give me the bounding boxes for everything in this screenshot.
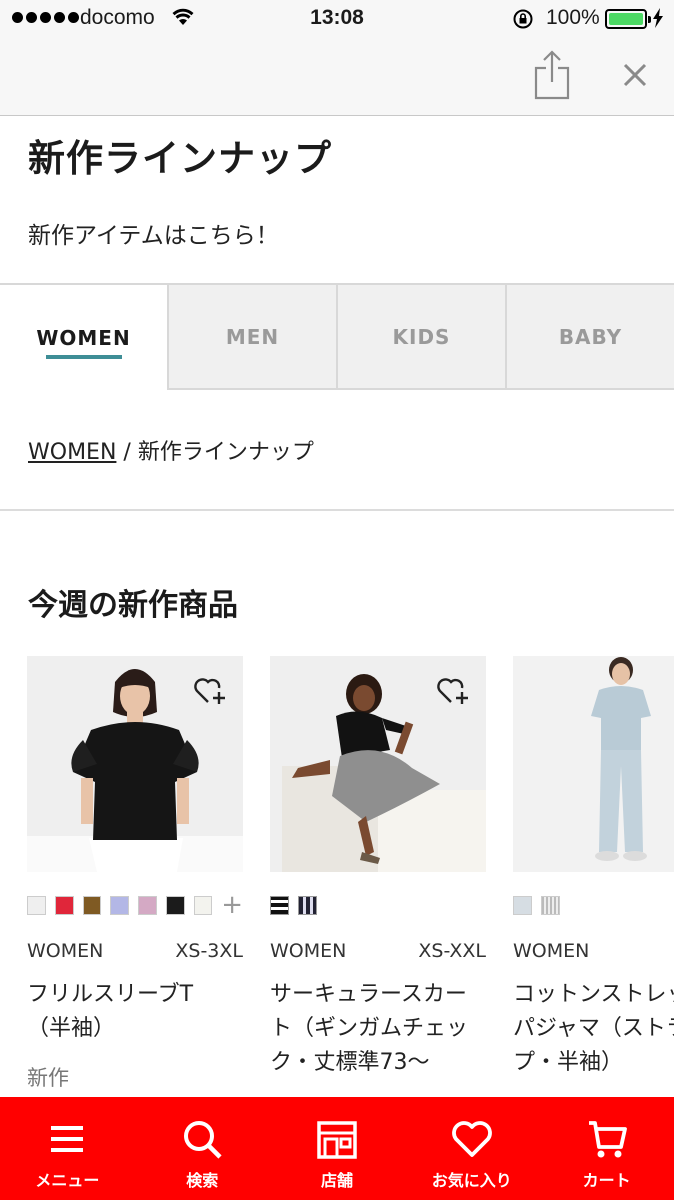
nav-label: お気に入り bbox=[431, 1171, 512, 1190]
breadcrumb-current: 新作ラインナップ bbox=[137, 440, 314, 465]
nav-store[interactable]: 店舗 bbox=[270, 1097, 405, 1200]
color-swatch[interactable] bbox=[138, 895, 157, 915]
breadcrumb: WOMEN / 新作ラインナップ bbox=[28, 434, 314, 466]
product-image[interactable] bbox=[270, 656, 486, 872]
product-name[interactable]: コットンストレッチパジャマ（ストライプ・半袖） bbox=[513, 978, 674, 1078]
more-colors-icon[interactable]: + bbox=[221, 892, 243, 918]
new-badge: 新作 bbox=[27, 1066, 69, 1090]
product-meta: WOMEN XS-3XL bbox=[27, 940, 243, 962]
share-icon[interactable] bbox=[532, 48, 572, 100]
heart-icon bbox=[451, 1121, 492, 1157]
tab-kids[interactable]: KIDS bbox=[336, 285, 505, 390]
color-swatch-gingham-black[interactable] bbox=[270, 895, 289, 915]
product-card[interactable]: + WOMEN XS-3XL フリルスリーブT（半袖） 新作 bbox=[27, 656, 243, 1092]
color-swatch[interactable] bbox=[27, 895, 46, 915]
product-name[interactable]: サーキュラースカート（ギンガムチェック・丈標準73〜77cm） bbox=[270, 978, 484, 1078]
store-icon bbox=[317, 1121, 357, 1159]
nav-menu[interactable]: メニュー bbox=[0, 1097, 135, 1200]
product-size-range: XS-3XL bbox=[175, 940, 243, 962]
product-card[interactable]: WOMEN XS-XXL サーキュラースカート（ギンガムチェック・丈標準73〜7… bbox=[270, 656, 486, 1078]
tab-label: BABY bbox=[558, 324, 623, 349]
browser-toolbar bbox=[0, 38, 674, 116]
nav-label: メニュー bbox=[35, 1171, 100, 1190]
nav-cart[interactable]: カート bbox=[539, 1097, 674, 1200]
battery-icon bbox=[605, 9, 651, 29]
product-category: WOMEN bbox=[513, 940, 590, 962]
close-icon[interactable] bbox=[616, 56, 654, 94]
charging-bolt-icon bbox=[653, 8, 663, 28]
nav-label: 店舗 bbox=[320, 1171, 353, 1190]
product-size-range: XS-XXL bbox=[418, 940, 486, 962]
product-photo-illustration bbox=[591, 657, 651, 861]
breadcrumb-separator: / bbox=[116, 440, 138, 465]
add-favorite-icon[interactable] bbox=[436, 674, 470, 706]
color-swatch[interactable] bbox=[165, 895, 185, 915]
product-name[interactable]: フリルスリーブT（半袖） bbox=[27, 978, 207, 1046]
nav-favorites[interactable]: お気に入り bbox=[404, 1097, 539, 1200]
bottom-navigation: メニュー 検索 店舗 お気に入り カート bbox=[0, 1097, 674, 1200]
product-image[interactable] bbox=[27, 656, 243, 872]
product-meta: WOMEN XS bbox=[513, 940, 674, 962]
product-category: WOMEN bbox=[27, 940, 104, 962]
add-favorite-icon[interactable] bbox=[193, 674, 227, 706]
product-card[interactable]: WOMEN XS コットンストレッチパジャマ（ストライプ・半袖） bbox=[513, 656, 674, 1078]
page-subtitle: 新作アイテムはこちら！ bbox=[28, 223, 279, 249]
page-title: 新作ラインナップ bbox=[28, 137, 332, 180]
color-swatch[interactable] bbox=[193, 895, 213, 915]
menu-icon bbox=[51, 1126, 84, 1152]
color-swatch[interactable] bbox=[54, 895, 74, 915]
nav-search[interactable]: 検索 bbox=[135, 1097, 270, 1200]
tab-men[interactable]: MEN bbox=[167, 285, 336, 390]
nav-label: 検索 bbox=[186, 1171, 219, 1190]
color-swatches bbox=[270, 894, 486, 916]
tab-baby[interactable]: BABY bbox=[505, 285, 674, 390]
tab-label: MEN bbox=[225, 324, 280, 349]
color-swatch[interactable] bbox=[513, 895, 532, 915]
color-swatch[interactable] bbox=[110, 895, 129, 915]
status-bar: docomo 13:08 100% bbox=[0, 0, 674, 38]
product-meta: WOMEN XS-XXL bbox=[270, 940, 486, 962]
category-tabs: WOMEN MEN KIDS BABY bbox=[0, 283, 674, 390]
tab-women[interactable]: WOMEN bbox=[0, 285, 167, 390]
nav-label: カート bbox=[582, 1171, 631, 1190]
color-swatch[interactable] bbox=[82, 895, 102, 915]
tab-label: WOMEN bbox=[36, 325, 131, 350]
section-title: 今週の新作商品 bbox=[28, 588, 238, 623]
breadcrumb-link-women[interactable]: WOMEN bbox=[28, 440, 116, 465]
product-category: WOMEN bbox=[270, 940, 347, 962]
color-swatches: + bbox=[27, 892, 243, 918]
battery-percentage: 100% bbox=[546, 6, 600, 29]
color-swatch-gingham-navy[interactable] bbox=[298, 895, 317, 915]
active-tab-indicator bbox=[46, 355, 122, 359]
section-divider bbox=[0, 509, 674, 511]
cart-icon bbox=[588, 1121, 627, 1158]
search-icon bbox=[184, 1121, 222, 1159]
color-swatch-stripe[interactable] bbox=[541, 895, 560, 915]
rotation-lock-icon bbox=[513, 9, 533, 29]
tab-label: KIDS bbox=[392, 324, 451, 349]
product-image[interactable] bbox=[513, 656, 674, 872]
color-swatches bbox=[513, 894, 674, 916]
